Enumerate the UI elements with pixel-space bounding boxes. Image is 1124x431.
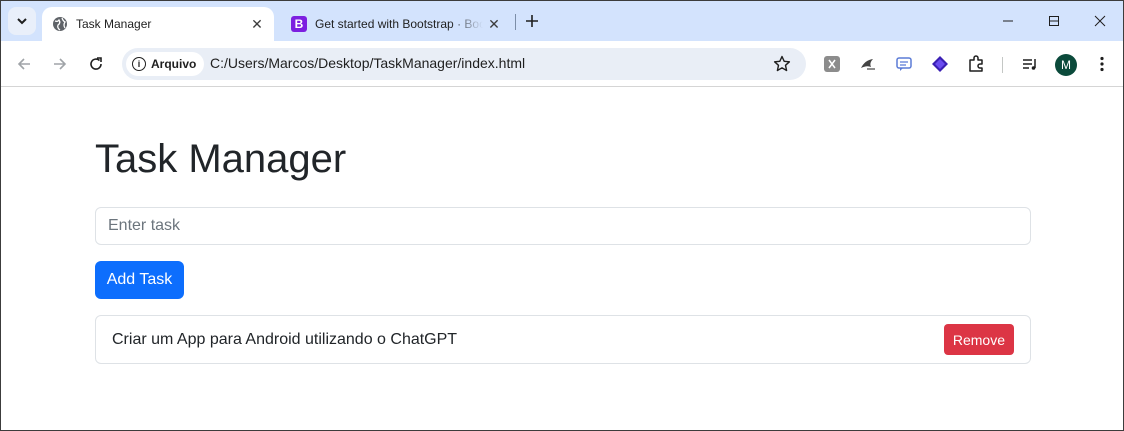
extension-chat-icon[interactable] [893,53,915,75]
maximize-icon [1049,16,1059,26]
minimize-icon [1003,20,1013,22]
list-item: Criar um App para Android utilizando o C… [95,315,1031,364]
close-window-button[interactable] [1077,7,1123,35]
minimize-button-2[interactable] [985,7,1031,35]
back-button[interactable] [10,50,38,78]
tab-title: Get started with Bootstrap · Bootstrap [315,17,483,31]
new-tab-button[interactable] [521,10,543,32]
task-text: Criar um App para Android utilizando o C… [112,330,458,348]
bookmark-star-icon[interactable] [772,54,792,74]
reload-icon [90,57,102,70]
remove-task-button[interactable]: Remove [943,324,1014,355]
menu-kebab-icon[interactable] [1091,53,1113,75]
site-info-label: Arquivo [151,57,197,71]
maximize-button[interactable] [1031,7,1077,35]
chevron-down-icon [17,18,27,25]
site-info-chip[interactable]: i Arquivo [126,52,205,76]
tab-task-manager[interactable]: Task Manager ✕ [42,7,274,41]
browser-toolbar: i Arquivo C:/Users/Marcos/Desktop/TaskMa… [1,41,1123,87]
media-playlist-icon[interactable] [1019,53,1041,75]
tab-search-button[interactable] [8,7,36,35]
extensions-puzzle-icon[interactable] [965,53,987,75]
extension-bird-icon[interactable] [857,53,879,75]
info-icon: i [132,57,146,71]
close-tab-icon[interactable]: ✕ [246,13,268,35]
globe-icon [52,16,68,32]
plus-icon [526,15,538,27]
bootstrap-icon: B [291,16,307,32]
arrow-left-icon [17,58,30,70]
forward-button[interactable] [46,50,74,78]
close-icon [1094,15,1106,27]
tab-title: Task Manager [76,17,152,31]
add-task-button[interactable]: Add Task [95,261,184,299]
toolbar-separator [1002,57,1003,73]
url-text[interactable]: C:/Users/Marcos/Desktop/TaskManager/inde… [210,55,525,71]
extension-layers-icon[interactable] [929,53,951,75]
close-tab-icon[interactable]: ✕ [483,13,505,35]
tab-separator [515,14,516,30]
extension-gray-icon[interactable] [821,53,843,75]
profile-avatar[interactable]: M [1055,54,1077,76]
arrow-right-icon [54,58,67,70]
task-list: Criar um App para Android utilizando o C… [95,315,1031,364]
tab-strip: Task Manager ✕ B Get started with Bootst… [1,1,1123,41]
reload-button[interactable] [82,50,110,78]
address-bar[interactable]: i Arquivo C:/Users/Marcos/Desktop/TaskMa… [122,48,806,80]
page-title: Task Manager [95,137,347,181]
task-input[interactable] [95,207,1031,245]
tab-bootstrap[interactable]: B Get started with Bootstrap · Bootstrap… [281,7,511,41]
